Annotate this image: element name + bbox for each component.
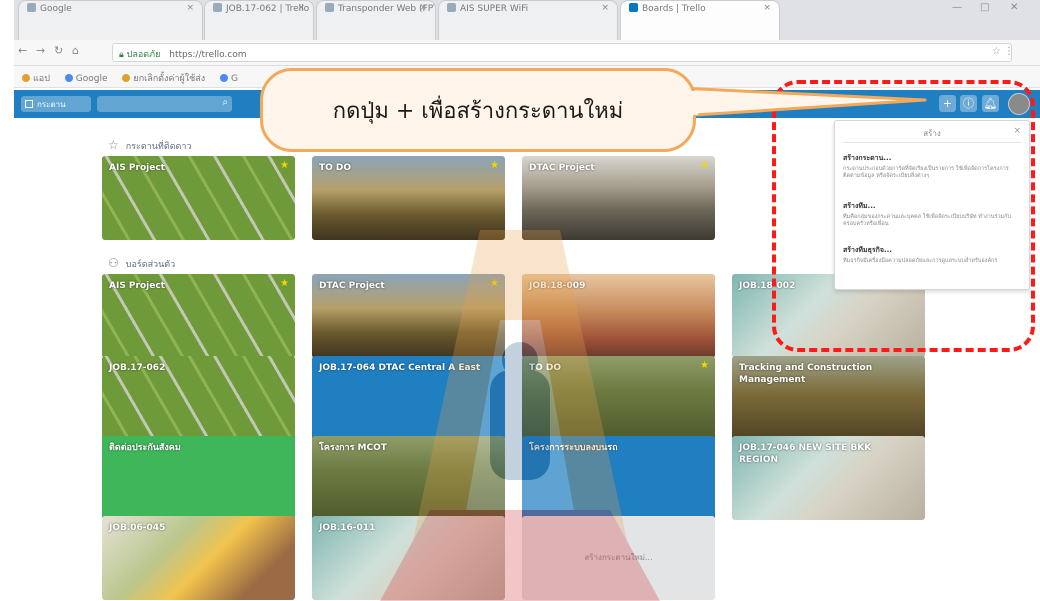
bookmark-item[interactable]: ยกเลิกตั้งค่าผู้ใช้ส่ง xyxy=(122,74,205,84)
star-icon[interactable]: ★ xyxy=(490,160,499,171)
bookmark-item[interactable]: แอป xyxy=(22,74,50,84)
lock-icon: 🔒︎ xyxy=(119,50,124,60)
star-icon[interactable]: ★ xyxy=(700,360,709,371)
annotation-callout: กดปุ่ม + เพื่อสร้างกระดานใหม่ xyxy=(260,68,696,152)
callout-text: กดปุ่ม + เพื่อสร้างกระดานใหม่ xyxy=(332,99,624,124)
browser-tab-active[interactable]: Boards | Trello × xyxy=(620,0,780,40)
section-title-starred: ☆ กระดานที่ติดดาว xyxy=(108,138,192,152)
bookmark-icon xyxy=(122,74,131,82)
board-tile[interactable]: TO DO ★ xyxy=(312,156,505,240)
url-text: https://trello.com xyxy=(169,50,247,60)
close-tab-icon[interactable]: × xyxy=(763,3,771,13)
close-tab-icon[interactable]: × xyxy=(601,3,609,13)
star-icon[interactable]: ★ xyxy=(280,278,289,289)
board-tile[interactable]: DTAC Project ★ xyxy=(312,274,505,358)
star-icon[interactable]: ★ xyxy=(700,160,709,171)
board-tile[interactable]: DTAC Project ★ xyxy=(522,156,715,240)
minimize-icon[interactable]: — xyxy=(952,2,962,13)
url-input[interactable]: 🔒︎ ปลอดภัย https://trello.com xyxy=(112,43,1012,62)
reload-icon[interactable]: ↻ xyxy=(54,44,63,57)
boards-button[interactable]: กระดาน xyxy=(21,96,91,112)
maximize-icon[interactable]: □ xyxy=(980,2,989,13)
google-icon xyxy=(220,74,229,82)
board-tile[interactable]: โครงการระบบลงบนรถ xyxy=(522,436,715,520)
browser-tab-bar: Google × JOB.17-062 | Trello × Transponder… xyxy=(14,0,1040,40)
bookmark-star-icon[interactable]: ☆ ⋮ xyxy=(992,46,1014,57)
page-favicon-icon xyxy=(447,3,456,12)
secure-label: ปลอดภัย xyxy=(126,50,161,60)
board-tile[interactable]: JOB.17-046 NEW SITE BKK REGION xyxy=(732,436,925,520)
board-tile[interactable]: JOB.16-011 xyxy=(312,516,505,600)
close-tab-icon[interactable]: × xyxy=(186,3,194,13)
create-board-tile[interactable]: สร้างกระดานใหม่... xyxy=(522,516,715,600)
board-tile[interactable]: AIS Project ★ xyxy=(102,274,295,358)
board-tile[interactable]: Tracking and Construction Management xyxy=(732,356,925,440)
forward-icon[interactable]: → xyxy=(36,44,45,57)
person-icon: ⚇ xyxy=(108,256,119,270)
star-icon[interactable]: ★ xyxy=(490,278,499,289)
board-tile[interactable]: JOB.18-009 xyxy=(522,274,715,358)
browser-tab[interactable]: AIS SUPER WiFi × xyxy=(438,0,618,40)
browser-tab[interactable]: Transponder Web (FPT) × xyxy=(316,0,436,40)
search-icon: ⌕ xyxy=(222,97,228,108)
google-icon xyxy=(64,74,73,82)
google-favicon-icon xyxy=(27,3,36,12)
bookmark-item[interactable]: G xyxy=(220,74,238,84)
board-tile[interactable]: TO DO ★ xyxy=(522,356,715,440)
boards-icon xyxy=(25,100,33,108)
search-input[interactable]: ⌕ xyxy=(97,96,232,112)
board-tile[interactable]: JOB.06-045 xyxy=(102,516,295,600)
board-tile[interactable]: โครงการ MCOT xyxy=(312,436,505,520)
close-tab-icon[interactable]: × xyxy=(297,3,305,13)
home-icon[interactable]: ⌂ xyxy=(72,44,79,57)
trello-favicon-icon xyxy=(213,3,222,12)
star-icon[interactable]: ★ xyxy=(280,160,289,171)
close-tab-icon[interactable]: × xyxy=(419,3,427,13)
board-tile[interactable]: AIS Project ★ xyxy=(102,156,295,240)
star-outline-icon: ☆ xyxy=(108,138,119,152)
board-tile[interactable]: JOB.17-062 xyxy=(102,356,295,440)
section-title-personal: ⚇ บอร์ดส่วนตัว xyxy=(108,256,176,270)
trello-favicon-icon xyxy=(629,3,638,12)
browser-tab[interactable]: Google × xyxy=(18,0,203,40)
page-favicon-icon xyxy=(325,3,334,12)
apps-icon xyxy=(22,74,30,82)
screenshot: Google × JOB.17-062 | Trello × Transponder… xyxy=(0,0,1040,601)
window-close-icon[interactable]: ✕ xyxy=(1010,2,1018,13)
address-bar: ← → ↻ ⌂ 🔒︎ ปลอดภัย https://trello.com ☆ … xyxy=(14,40,1040,66)
highlight-box xyxy=(772,80,1035,352)
board-tile[interactable]: ติดต่อประกันสังคม xyxy=(102,436,295,520)
browser-tab[interactable]: JOB.17-062 | Trello × xyxy=(204,0,314,40)
back-icon[interactable]: ← xyxy=(18,44,27,57)
board-tile[interactable]: JOB.17-064 DTAC Central A East xyxy=(312,356,505,440)
bookmark-item[interactable]: Google xyxy=(64,74,108,84)
